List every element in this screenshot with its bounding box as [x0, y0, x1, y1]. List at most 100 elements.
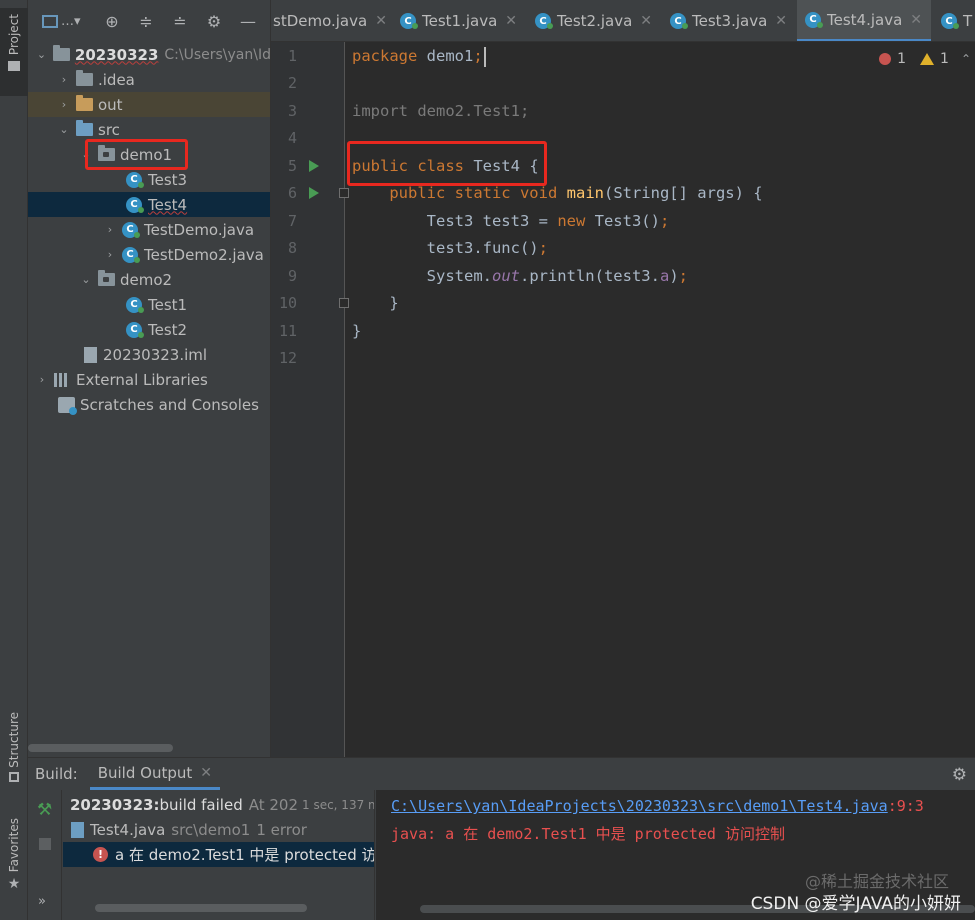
stop-icon[interactable]: [39, 838, 51, 850]
hammer-icon[interactable]: ⚒: [37, 800, 52, 820]
tree-item-test3[interactable]: C Test3: [28, 167, 270, 192]
tree-item-scratches[interactable]: Scratches and Consoles: [28, 392, 270, 417]
code-line-8: test3.func();: [352, 235, 548, 262]
run-main-icon[interactable]: [309, 187, 319, 199]
tab-label: stDemo.java: [273, 12, 368, 30]
tree-item-label: TestDemo2.java: [144, 245, 264, 264]
tree-item-label: demo1: [120, 145, 173, 164]
build-result-row[interactable]: 20230323: build failed At 202 1 sec, 137…: [63, 792, 374, 817]
code-line-6: public static void main(String[] args) {: [352, 180, 762, 207]
chevron-up-icon[interactable]: ⌃: [961, 52, 971, 66]
chevron-right-icon[interactable]: ›: [58, 73, 70, 86]
chevron-down-icon[interactable]: ⌄: [58, 123, 70, 136]
build-label: Build:: [35, 765, 78, 783]
close-icon[interactable]: ✕: [375, 13, 387, 29]
horizontal-scrollbar[interactable]: [95, 904, 307, 912]
fold-icon[interactable]: [339, 298, 349, 308]
java-class-icon: C: [122, 246, 140, 263]
project-toolbar: …▾ ⊕ ≑ ≐ ⚙ —: [28, 0, 270, 42]
tab-test3[interactable]: C Test3.java ✕: [662, 0, 792, 41]
project-tool-tab[interactable]: Project: [0, 8, 28, 96]
tree-item-label: 20230323.iml: [103, 345, 208, 364]
java-class-icon: C: [126, 296, 144, 313]
build-duration: 1 sec, 137 ms: [302, 797, 374, 812]
close-icon[interactable]: ✕: [910, 12, 922, 28]
locate-icon[interactable]: ⊕: [102, 11, 122, 31]
tab-label: Build Output: [97, 763, 193, 782]
code-token: public static void: [389, 184, 558, 202]
code-token: a: [659, 267, 670, 285]
tab-test1[interactable]: C Test1.java ✕: [392, 0, 522, 41]
inspection-widget[interactable]: 1 1 ⌃: [879, 48, 975, 70]
tab-testdemo[interactable]: stDemo.java ✕: [271, 0, 387, 41]
expand-all-icon[interactable]: ≑: [136, 11, 156, 31]
more-icon: …▾: [61, 13, 81, 29]
gear-icon[interactable]: ⚙: [204, 11, 224, 31]
code-token: System.: [426, 267, 492, 285]
fold-icon[interactable]: [339, 188, 349, 198]
horizontal-scrollbar[interactable]: [28, 744, 173, 752]
build-file-path: src\demo1: [171, 820, 251, 839]
chevron-right-icon[interactable]: ›: [104, 248, 116, 261]
tree-item-demo2[interactable]: ⌄ demo2: [28, 267, 270, 292]
line-number: 11: [278, 322, 297, 340]
tab-test4[interactable]: C Test4.java ✕: [797, 0, 931, 41]
close-icon[interactable]: ✕: [505, 13, 517, 29]
code-token: }: [389, 294, 399, 312]
code-token: new: [557, 212, 586, 230]
tree-item-out[interactable]: › out: [28, 92, 270, 117]
tree-item-test2[interactable]: C Test2: [28, 317, 270, 342]
structure-tool-tab[interactable]: Structure: [0, 712, 28, 796]
build-error-row[interactable]: ! a 在 demo2.Test1 中是 protected 访问: [63, 842, 375, 867]
close-icon[interactable]: ✕: [200, 765, 212, 781]
project-tool-label: Project: [7, 14, 21, 56]
chevron-right-icon[interactable]: ›: [58, 98, 70, 111]
run-class-icon[interactable]: [309, 160, 319, 172]
build-file-row[interactable]: Test4.java src\demo1 1 error: [63, 817, 374, 842]
tab-overflow[interactable]: C T: [933, 0, 975, 41]
chevron-down-icon[interactable]: ⌄: [80, 148, 92, 161]
tree-item-iml[interactable]: 20230323.iml: [28, 342, 270, 367]
error-file-link[interactable]: C:\Users\yan\IdeaProjects\20230323\src\d…: [391, 797, 888, 815]
line-number: 2: [287, 74, 297, 92]
close-icon[interactable]: ✕: [640, 13, 652, 29]
tree-root[interactable]: ⌄ 20230323 C:\Users\yan\Id: [28, 42, 270, 67]
line-number: 1: [287, 47, 297, 65]
code-line-7: Test3 test3 = new Test3();: [352, 208, 670, 235]
tree-item-label: .idea: [98, 70, 135, 89]
tree-item-test1[interactable]: C Test1: [28, 292, 270, 317]
code-token: demo1: [417, 47, 474, 65]
project-panel: …▾ ⊕ ≑ ≐ ⚙ — ⌄ 20230323 C:\Users\yan\Id …: [28, 0, 271, 757]
expand-panel-icon[interactable]: »: [38, 894, 46, 909]
tree-item-src[interactable]: ⌄ src: [28, 117, 270, 142]
structure-icon: [9, 771, 19, 782]
chevron-right-icon[interactable]: ›: [104, 223, 116, 236]
tree-item-external-libraries[interactable]: › External Libraries: [28, 367, 270, 392]
tree-item-testdemo[interactable]: › C TestDemo.java: [28, 217, 270, 242]
tree-item-label: Test3: [148, 170, 188, 189]
favorites-tool-tab[interactable]: Favorites ★: [0, 818, 28, 902]
java-class-icon: C: [805, 11, 823, 28]
tab-label: T: [963, 12, 973, 30]
code-line-3: import demo2.Test1;: [352, 102, 530, 120]
tab-test2[interactable]: C Test2.java ✕: [527, 0, 657, 41]
root-label: 20230323: [74, 45, 159, 64]
gear-icon[interactable]: ⚙: [952, 765, 967, 785]
tab-build-output[interactable]: Build Output ✕: [89, 758, 220, 790]
build-error-message: a 在 demo2.Test1 中是 protected 访问: [115, 846, 375, 864]
tree-item-idea[interactable]: › .idea: [28, 67, 270, 92]
tree-item-demo1[interactable]: ⌄ demo1: [28, 142, 270, 167]
code-token: ;: [538, 239, 548, 257]
chevron-down-icon[interactable]: ⌄: [36, 48, 47, 61]
close-icon[interactable]: ✕: [775, 13, 787, 29]
chevron-down-icon[interactable]: ⌄: [80, 273, 92, 286]
java-class-icon: C: [670, 13, 688, 29]
tree-item-testdemo2[interactable]: › C TestDemo2.java: [28, 242, 270, 267]
code-token: public class: [352, 157, 464, 175]
view-mode-dropdown[interactable]: …▾: [42, 11, 88, 31]
code-editor[interactable]: 1 2 3 4 5 6 7 8 9 10 11 12 package demo1…: [271, 42, 975, 757]
collapse-all-icon[interactable]: ≐: [170, 11, 190, 31]
chevron-right-icon[interactable]: ›: [36, 373, 48, 386]
tree-item-test4[interactable]: C Test4: [28, 192, 270, 217]
minimize-icon[interactable]: —: [238, 11, 258, 31]
